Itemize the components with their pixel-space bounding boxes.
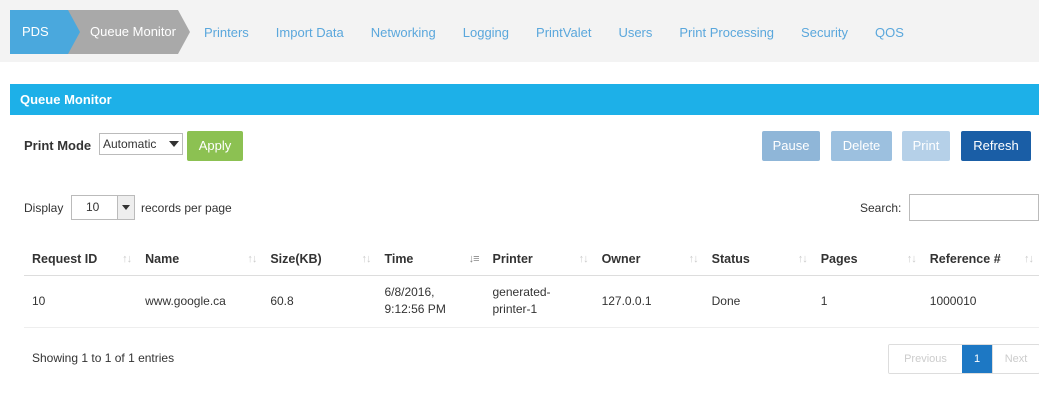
column-label: Name <box>145 251 180 266</box>
apply-button[interactable]: Apply <box>187 131 243 161</box>
column-label: Printer <box>492 251 533 266</box>
column-size[interactable]: Size(KB) ↑↓ <box>262 243 377 276</box>
nav-links: Printers Import Data Networking Logging … <box>204 25 931 40</box>
sort-icon: ↑↓ <box>122 253 132 265</box>
sort-icon: ↑↓ <box>361 253 371 265</box>
nav-logging[interactable]: Logging <box>463 25 509 40</box>
column-label: Owner <box>601 251 641 266</box>
column-label: Reference # <box>929 251 1001 266</box>
column-label: Pages <box>820 251 858 266</box>
nav-printvalet[interactable]: PrintValet <box>536 25 591 40</box>
sort-descending-icon: ↓≡ <box>468 253 480 265</box>
cell-printer: generated-printer-1 <box>484 275 594 328</box>
cell-size: 60.8 <box>262 275 377 328</box>
cell-reference: 1000010 <box>921 275 1039 328</box>
nav-qos[interactable]: QOS <box>875 25 904 40</box>
printer-line1: generated- <box>492 285 551 299</box>
sort-icon: ↑↓ <box>247 253 257 265</box>
display-label: Display <box>24 201 64 215</box>
sort-icon: ↑↓ <box>797 253 808 265</box>
breadcrumb: PDS Queue Monitor <box>10 10 190 54</box>
page-1-button[interactable]: 1 <box>962 345 992 373</box>
printer-line2: printer-1 <box>492 302 538 316</box>
search-input[interactable] <box>909 194 1039 221</box>
sort-icon: ↑↓ <box>688 253 699 265</box>
table-header-row: Request ID ↑↓ Name ↑↓ Size(KB) ↑↓ Time ↓≡ Pr… <box>24 243 1039 276</box>
dropdown-arrow-icon <box>169 141 179 147</box>
column-request-id[interactable]: Request ID ↑↓ <box>24 243 138 276</box>
print-mode-select[interactable]: Automatic <box>99 133 183 155</box>
table-row[interactable]: 10 www.google.ca 60.8 6/8/2016, 9:12:56 P… <box>24 275 1039 328</box>
sort-icon: ↑↓ <box>906 253 917 265</box>
table-info: Showing 1 to 1 of 1 entries <box>32 351 175 365</box>
column-label: Status <box>711 251 750 266</box>
cell-time: 6/8/2016, 9:12:56 PM <box>376 275 485 328</box>
records-per-page-value: 10 <box>86 200 100 214</box>
column-name[interactable]: Name ↑↓ <box>137 243 263 276</box>
sort-icon: ↑↓ <box>1024 253 1034 265</box>
print-mode-value: Automatic <box>103 137 157 151</box>
queue-table: Request ID ↑↓ Name ↑↓ Size(KB) ↑↓ Time ↓≡ Pr… <box>24 243 1039 328</box>
sort-icon: ↑↓ <box>578 253 589 265</box>
cell-owner: 127.0.0.1 <box>593 275 704 328</box>
chevron-down-icon[interactable] <box>117 196 134 219</box>
breadcrumb-queue-monitor[interactable]: Queue Monitor <box>68 10 190 54</box>
pause-button[interactable]: Pause <box>762 131 820 161</box>
cell-request-id: 10 <box>24 275 138 328</box>
panel-title: Queue Monitor <box>10 84 1039 115</box>
column-time[interactable]: Time ↓≡ <box>376 243 485 276</box>
breadcrumb-pds[interactable]: PDS <box>10 10 80 54</box>
search-label: Search: <box>860 201 902 215</box>
column-pages[interactable]: Pages ↑↓ <box>812 243 922 276</box>
delete-button[interactable]: Delete <box>831 131 892 161</box>
print-button[interactable]: Print <box>902 131 950 161</box>
records-per-page-label: records per page <box>141 201 232 215</box>
nav-printers[interactable]: Printers <box>204 25 249 40</box>
print-mode-label: Print Mode <box>24 138 92 153</box>
pagination: Previous 1 Next <box>888 344 1039 374</box>
column-label: Size(KB) <box>270 251 322 266</box>
time-date: 6/8/2016, <box>384 285 435 299</box>
column-label: Time <box>384 251 414 266</box>
previous-button[interactable]: Previous <box>889 345 962 373</box>
nav-security[interactable]: Security <box>801 25 848 40</box>
column-owner[interactable]: Owner ↑↓ <box>593 243 704 276</box>
column-printer[interactable]: Printer ↑↓ <box>484 243 594 276</box>
column-status[interactable]: Status ↑↓ <box>703 243 813 276</box>
nav-import-data[interactable]: Import Data <box>276 25 344 40</box>
refresh-button[interactable]: Refresh <box>961 131 1031 161</box>
cell-pages: 1 <box>812 275 922 328</box>
time-clock: 9:12:56 PM <box>384 302 446 316</box>
nav-users[interactable]: Users <box>618 25 652 40</box>
next-button[interactable]: Next <box>992 345 1039 373</box>
column-label: Request ID <box>32 251 98 266</box>
cell-name: www.google.ca <box>137 275 263 328</box>
cell-status: Done <box>703 275 813 328</box>
records-per-page-select[interactable]: 10 <box>71 195 135 220</box>
nav-networking[interactable]: Networking <box>371 25 436 40</box>
top-navigation: PDS Queue Monitor Printers Import Data N… <box>0 0 1039 62</box>
nav-print-processing[interactable]: Print Processing <box>679 25 774 40</box>
column-reference[interactable]: Reference # ↑↓ <box>921 243 1039 276</box>
